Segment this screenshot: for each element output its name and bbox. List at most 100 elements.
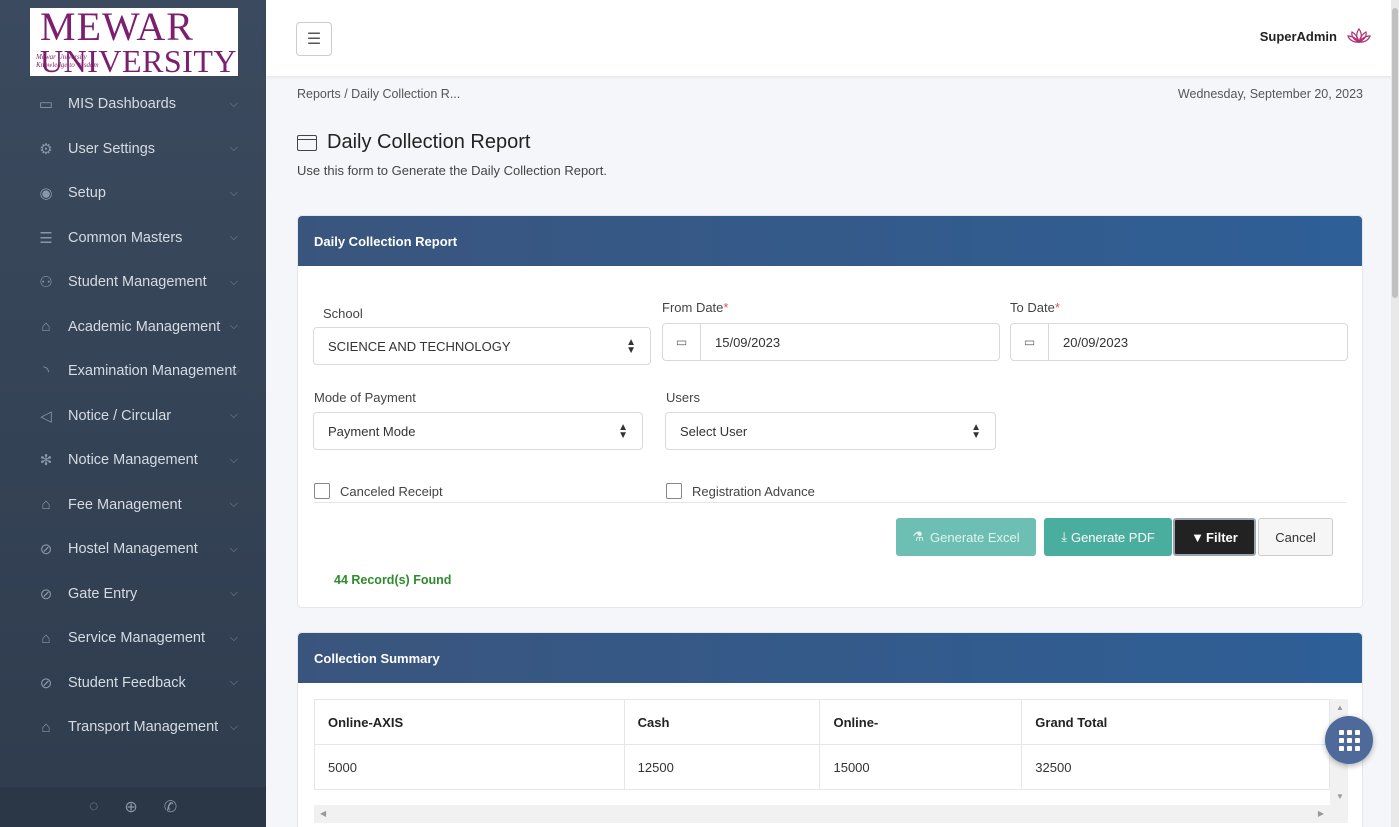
school-select[interactable]: SCIENCE AND TECHNOLOGY ▲ ▼ <box>313 327 651 365</box>
phone-icon[interactable]: ✆ <box>164 797 177 817</box>
monitor-icon: ▭ <box>38 96 54 114</box>
rss-icon: ◝ <box>43 363 49 381</box>
scrollbar-thumb[interactable] <box>1392 8 1398 298</box>
sidebar-item-transport-management[interactable]: ⌂ Transport Management ⌵ <box>0 705 266 750</box>
scroll-down-icon[interactable]: ▼ <box>1336 792 1344 801</box>
payment-mode-select[interactable]: Payment Mode ▲ ▼ <box>313 412 643 450</box>
page-scrollbar[interactable] <box>1391 0 1399 827</box>
avatar[interactable] <box>1347 26 1371 46</box>
table-horizontal-scrollbar[interactable]: ◀ ▶ <box>314 805 1348 823</box>
top-bar: ☰ SuperAdmin <box>266 0 1399 76</box>
leaf-icon: ⊘ <box>39 674 53 692</box>
users-select[interactable]: Select User ▲ ▼ <box>665 412 996 450</box>
sidebar-item-label: Common Masters <box>68 229 183 246</box>
scroll-left-icon[interactable]: ◀ <box>320 809 326 818</box>
generate-pdf-button[interactable]: ⤓ Generate PDF <box>1044 518 1172 556</box>
from-date-label: From Date* <box>662 300 728 315</box>
report-form-card: Daily Collection Report School SCIENCE A… <box>297 215 1363 608</box>
sidebar-item-label: Fee Management <box>68 496 182 513</box>
chevron-down-icon: ⌵ <box>229 453 238 466</box>
grid-dot <box>1338 729 1344 735</box>
column-header: Grand Total <box>1021 699 1330 745</box>
sidebar-item-academic-management[interactable]: ⌂ Academic Management ⌵ <box>0 305 266 350</box>
chevron-down-icon: ⌵ <box>229 275 238 288</box>
sidebar-item-label: Student Feedback <box>68 674 186 691</box>
column-header: Cash <box>623 699 821 745</box>
sidebar-item-hostel-management[interactable]: ⊘ Hostel Management ⌵ <box>0 527 266 572</box>
to-date-label: To Date* <box>1010 300 1060 315</box>
logo-tag2: Knowledge to Wisdom <box>36 60 99 69</box>
chevron-down-icon: ⌵ <box>229 676 238 689</box>
sidebar-item-gate-entry[interactable]: ⊘ Gate Entry ⌵ <box>0 572 266 617</box>
users-label: Users <box>666 390 700 405</box>
required-mark: * <box>1054 300 1060 315</box>
sidebar-item-setup[interactable]: ◉ Setup ⌵ <box>0 171 266 216</box>
support-icon[interactable]: ⊕ <box>124 797 137 817</box>
sidebar-item-student-feedback[interactable]: ⊘ Student Feedback ⌵ <box>0 661 266 706</box>
school-select-value: SCIENCE AND TECHNOLOGY <box>328 338 511 354</box>
chevron-down-icon: ⌵ <box>229 542 238 555</box>
cancel-button[interactable]: Cancel <box>1258 518 1333 556</box>
leaf-icon: ⊘ <box>39 585 53 603</box>
divider <box>314 502 1346 503</box>
logo-tagline: Mewar University Knowledge to Wisdom <box>36 53 99 69</box>
breadcrumb[interactable]: Reports / Daily Collection R... <box>297 87 460 101</box>
sidebar-item-service-management[interactable]: ⌂ Service Management ⌵ <box>0 616 266 661</box>
sidebar-item-examination-management[interactable]: ◝ Examination Management ⌵ <box>0 349 266 394</box>
chevron-down-icon: ⌵ <box>229 142 238 155</box>
chevron-down-icon: ⌵ <box>229 720 238 733</box>
chat-icon[interactable]: ◌ <box>89 798 99 816</box>
grid-dot <box>1346 745 1352 751</box>
card-header: Collection Summary <box>298 633 1362 683</box>
summary-table: Online-AXIS Cash Online- Grand Total 500… <box>314 699 1330 790</box>
report-icon <box>297 134 317 151</box>
logo-line1: MEWAR <box>40 3 194 49</box>
filter-button[interactable]: ▼ Filter <box>1173 518 1256 556</box>
scroll-right-icon[interactable]: ▶ <box>1318 809 1324 818</box>
to-date-label-text: To Date <box>1010 300 1055 315</box>
sidebar-item-fee-management[interactable]: ⌂ Fee Management ⌵ <box>0 483 266 528</box>
sidebar-item-user-settings[interactable]: ⚙ User Settings ⌵ <box>0 127 266 172</box>
download-icon: ⤓ <box>1061 529 1067 544</box>
toggle-icon: ◉ <box>39 185 53 203</box>
registration-advance-checkbox[interactable]: Registration Advance <box>666 483 815 499</box>
graduation-cap-icon: ⌂ <box>41 318 51 336</box>
menu-toggle-button[interactable]: ☰ <box>296 22 332 56</box>
card-header: Daily Collection Report <box>298 216 1362 266</box>
checkbox-box[interactable] <box>666 483 682 499</box>
select-arrows-icon: ▲ ▼ <box>971 422 981 441</box>
university-logo[interactable]: MEWAR UNIVERSITY Mewar University Knowle… <box>30 3 238 77</box>
checkbox-box[interactable] <box>314 483 330 499</box>
page-subtitle: Use this form to Generate the Daily Coll… <box>297 163 607 178</box>
calendar-icon[interactable]: ▭ <box>1011 324 1049 360</box>
table-row: 5000 12500 15000 32500 <box>314 744 1330 790</box>
sidebar-item-mis-dashboards[interactable]: ▭ MIS Dashboards ⌵ <box>0 82 266 127</box>
scroll-up-icon[interactable]: ▲ <box>1336 703 1344 712</box>
users-icon: ⚇ <box>39 274 53 292</box>
chevron-down-icon: ⌵ <box>229 498 238 511</box>
generate-excel-label: Generate Excel <box>930 529 1020 545</box>
checkbox-label: Registration Advance <box>692 483 815 499</box>
generate-excel-button[interactable]: ⚗ Generate Excel <box>896 518 1036 556</box>
username[interactable]: SuperAdmin <box>1260 29 1337 44</box>
to-date-value: 20/09/2023 <box>1063 334 1129 350</box>
to-date-field[interactable]: ▭ 20/09/2023 <box>1010 323 1348 361</box>
calendar-icon[interactable]: ▭ <box>663 324 701 360</box>
from-date-field[interactable]: ▭ 15/09/2023 <box>662 323 1000 361</box>
apps-grid-button[interactable] <box>1325 716 1373 764</box>
sidebar-item-label: Examination Management <box>68 363 237 380</box>
sidebar-item-common-masters[interactable]: ☰ Common Masters ⌵ <box>0 216 266 261</box>
sidebar-item-student-management[interactable]: ⚇ Student Management ⌵ <box>0 260 266 305</box>
sidebar-item-notice-circular[interactable]: ◁ Notice / Circular ⌵ <box>0 394 266 439</box>
hamburger-icon: ☰ <box>306 31 322 48</box>
from-date-label-text: From Date <box>662 300 724 315</box>
generate-pdf-label: Generate PDF <box>1070 529 1155 545</box>
payment-mode-value: Payment Mode <box>328 423 416 439</box>
chevron-down-icon: ⌵ <box>229 631 238 644</box>
sidebar-item-notice-management[interactable]: ✻ Notice Management ⌵ <box>0 438 266 483</box>
sidebar: ▭ Dashboard ▭ MIS Dashboards ⌵ ⚙ User Se… <box>0 0 266 827</box>
canceled-receipt-checkbox[interactable]: Canceled Receipt <box>314 483 443 499</box>
payment-mode-label: Mode of Payment <box>314 390 416 405</box>
bank-icon: ⌂ <box>41 496 51 514</box>
records-found: 44 Record(s) Found <box>334 573 452 587</box>
